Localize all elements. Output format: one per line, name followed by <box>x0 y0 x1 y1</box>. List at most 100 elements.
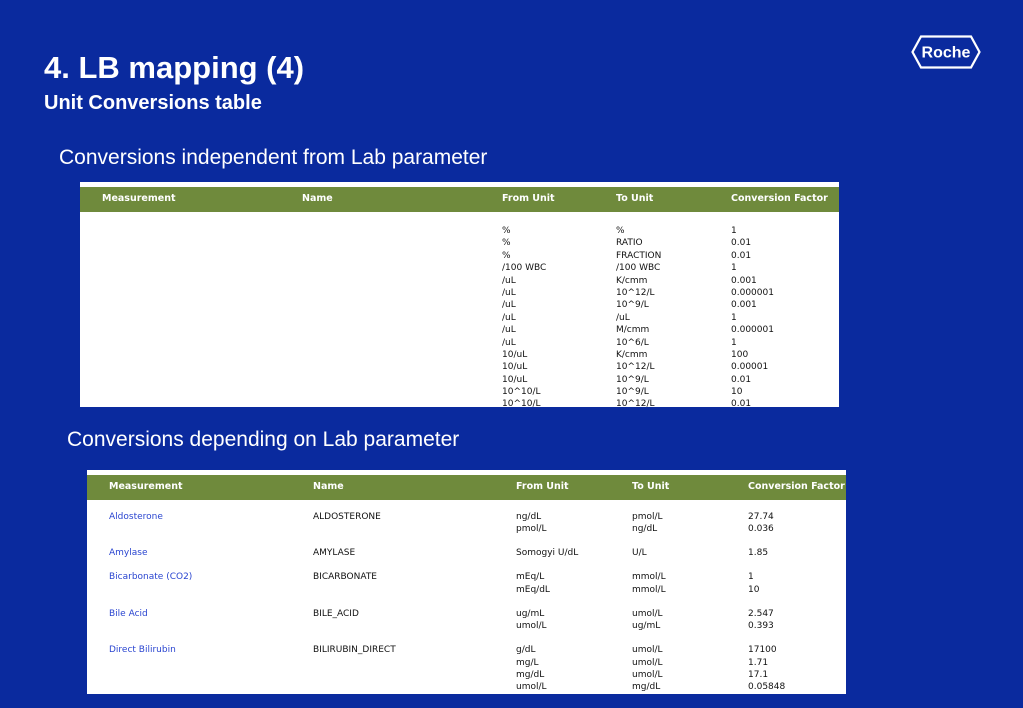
to-unit-cell: ug/mL <box>632 621 661 632</box>
conversion-factor-cell: 0.00001 <box>731 362 769 373</box>
name-cell: BICARBONATE <box>313 572 377 583</box>
to-unit-cell: umol/L <box>632 657 663 668</box>
from-unit-cell: 10/uL <box>502 374 528 385</box>
column-header-name: Name <box>313 481 344 492</box>
measurement-cell: Amylase <box>109 548 148 559</box>
conversion-factor-cell: 10 <box>731 387 743 398</box>
measurement-cell: Bicarbonate (CO2) <box>109 572 193 583</box>
table-row: Aldosterone ALDOSTERONE ng/dL pmol/L 27.74 <box>87 511 846 523</box>
conversion-factor-cell: 0.001 <box>731 275 757 286</box>
name-cell: ALDOSTERONE <box>313 512 381 522</box>
parameter-group: Direct Bilirubin BILIRUBIN_DIRECT g/dL umol… <box>87 644 846 694</box>
from-unit-cell: % <box>502 250 511 261</box>
from-unit-cell: 10^10/L <box>502 399 541 407</box>
measurement-cell: Direct Bilirubin <box>109 645 176 656</box>
table-row: Amylase AMYLASE Somogyi U/dL U/L 1.85 <box>87 547 846 559</box>
parameter-conversions-table: Measurement Name From Unit To Unit Conve… <box>87 470 846 694</box>
conversion-factor-cell: 2.547 <box>748 608 774 619</box>
column-header-conversion-factor: Conversion Factor <box>731 193 828 204</box>
table-header: Measurement Name From Unit To Unit Conve… <box>80 187 839 212</box>
slide-title: 4. LB mapping (4) <box>44 50 305 85</box>
to-unit-cell: mmol/L <box>632 572 666 583</box>
conversion-factor-cell: 17.1 <box>748 669 769 680</box>
conversion-factor-cell: 0.036 <box>748 524 774 535</box>
to-unit-cell: M/cmm <box>616 325 650 336</box>
to-unit-cell: /uL <box>616 312 630 323</box>
from-unit-cell: umol/L <box>516 682 547 693</box>
from-unit-cell: /uL <box>502 300 516 311</box>
from-unit-cell: mEq/dL <box>516 584 550 595</box>
from-unit-cell: mg/dL <box>516 669 545 680</box>
column-header-measurement: Measurement <box>102 193 176 204</box>
conversion-factor-cell: 17100 <box>748 645 777 656</box>
column-header-measurement: Measurement <box>109 481 183 492</box>
column-header-to-unit: To Unit <box>632 481 670 492</box>
section1-heading: Conversions independent from Lab paramet… <box>59 146 488 169</box>
section2-heading: Conversions depending on Lab parameter <box>67 428 460 451</box>
from-unit-cell: 10/uL <box>502 349 528 360</box>
table-row: % FRACTION 0.01 <box>80 250 839 262</box>
to-unit-cell: mmol/L <box>632 584 666 595</box>
to-unit-cell: ng/dL <box>632 524 658 535</box>
to-unit-cell: 10^9/L <box>616 374 649 385</box>
measurement-cell: Aldosterone <box>109 512 163 522</box>
table-row: /uL M/cmm 0.000001 <box>80 324 839 336</box>
from-unit-cell: /uL <box>502 312 516 323</box>
name-cell: AMYLASE <box>313 548 356 559</box>
table-row: 10/uL K/cmm 100 <box>80 349 839 361</box>
table-row: /100 WBC/100 WBC 1 <box>80 262 839 274</box>
table-row: umol/L mg/dL 0.05848 <box>87 681 846 693</box>
from-unit-cell: 10^10/L <box>502 387 541 398</box>
from-unit-cell: g/dL <box>516 645 536 656</box>
table-row: 10^10/L 10^9/L 10 <box>80 386 839 398</box>
to-unit-cell: K/cmm <box>616 275 648 286</box>
to-unit-cell: 10^12/L <box>616 362 655 373</box>
table-row: /uL 10^6/L 1 <box>80 337 839 349</box>
table-row: mEq/dL mmol/L 10 <box>87 584 846 596</box>
name-cell: BILE_ACID <box>313 608 359 619</box>
conversion-factor-cell: 100 <box>731 349 749 360</box>
to-unit-cell: % <box>616 226 625 236</box>
table-row: /uL/uL 1 <box>80 312 839 324</box>
table-body: Aldosterone ALDOSTERONE ng/dL pmol/L 27.74 pm… <box>87 511 846 694</box>
to-unit-cell: umol/L <box>632 669 663 680</box>
slide-subtitle: Unit Conversions table <box>44 92 262 114</box>
conversion-factor-cell: 0.05848 <box>748 682 786 693</box>
conversion-factor-cell: 1 <box>731 337 737 348</box>
table-row: Bicarbonate (CO2) BICARBONATE mEq/L mmol/L 1 <box>87 571 846 583</box>
table-row: 10/uL 10^9/L 0.01 <box>80 374 839 386</box>
table-row: mg/L umol/L 1.71 <box>87 657 846 669</box>
to-unit-cell: 10^12/L <box>616 399 655 407</box>
parameter-group: Aldosterone ALDOSTERONE ng/dL pmol/L 27.74 pm… <box>87 511 846 536</box>
table-row: umol/L ug/mL 0.393 <box>87 620 846 632</box>
parameter-group: Amylase AMYLASE Somogyi U/dL U/L 1.85 <box>87 547 846 559</box>
conversion-factor-cell: 1.85 <box>748 548 769 559</box>
from-unit-cell: ug/mL <box>516 608 545 619</box>
from-unit-cell: Somogyi U/dL <box>516 548 579 559</box>
table-row: /uL 10^9/L 0.001 <box>80 299 839 311</box>
to-unit-cell: 10^12/L <box>616 287 655 298</box>
to-unit-cell: K/cmm <box>616 349 648 360</box>
parameter-group: Bile Acid BILE_ACID ug/mL umol/L 2.547 umol/L… <box>87 608 846 633</box>
to-unit-cell: /100 WBC <box>616 263 661 274</box>
to-unit-cell: RATIO <box>616 238 643 249</box>
to-unit-cell: pmol/L <box>632 512 663 522</box>
table-row: /uL K/cmm 0.001 <box>80 275 839 287</box>
column-header-to-unit: To Unit <box>616 193 654 204</box>
table-row: pmol/L ng/dL 0.036 <box>87 523 846 535</box>
table-row: %% 1 <box>80 225 839 237</box>
conversion-factor-cell: 0.01 <box>731 238 752 249</box>
table-body: %% 1% RATIO 0.01% FRACTION 0.01/100 WBC/100 W… <box>80 225 839 407</box>
conversion-factor-cell: 0.393 <box>748 621 774 632</box>
table-row: 10^10/L 10^12/L 0.01 <box>80 398 839 407</box>
table-row: Bile Acid BILE_ACID ug/mL umol/L 2.547 <box>87 608 846 620</box>
column-header-conversion-factor: Conversion Factor <box>748 481 845 492</box>
from-unit-cell: ng/dL <box>516 512 542 522</box>
parameter-group: Bicarbonate (CO2) BICARBONATE mEq/L mmol/L 1… <box>87 571 846 596</box>
from-unit-cell: /100 WBC <box>502 263 547 274</box>
table-row: /uL 10^12/L 0.000001 <box>80 287 839 299</box>
conversion-factor-cell: 1 <box>748 572 754 583</box>
table-row: % RATIO 0.01 <box>80 237 839 249</box>
to-unit-cell: 10^9/L <box>616 300 649 311</box>
column-header-from-unit: From Unit <box>502 193 555 204</box>
